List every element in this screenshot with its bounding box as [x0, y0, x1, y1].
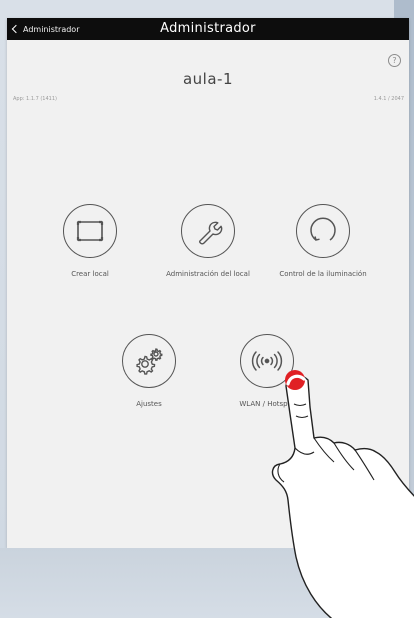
- system-info-text: 1.4.1 / 2047: [373, 96, 404, 102]
- tile-ajustes[interactable]: Ajustes: [89, 334, 209, 408]
- tile-administracion-local[interactable]: Administración del local: [148, 204, 268, 278]
- ajustes-button[interactable]: [122, 334, 176, 388]
- tile-label-crear-local: Crear local: [71, 270, 109, 278]
- crear-local-button[interactable]: [63, 204, 117, 258]
- help-icon[interactable]: ?: [388, 54, 401, 67]
- room-title: aula-1: [182, 70, 233, 88]
- control-iluminacion-button[interactable]: [296, 204, 350, 258]
- screen-icon: [76, 220, 104, 242]
- wrench-icon: [198, 221, 223, 245]
- administracion-local-button[interactable]: [181, 204, 235, 258]
- pointing-hand-icon: [271, 370, 414, 618]
- app-version-text: App: 1.1.7 (1411): [13, 96, 57, 102]
- gears-icon: [136, 348, 163, 375]
- page: Administrador Administrador ? aula-1 App…: [0, 0, 414, 618]
- tile-crear-local[interactable]: Crear local: [30, 204, 150, 278]
- tile-label-administracion-local: Administración del local: [166, 270, 250, 278]
- refresh-icon: [310, 217, 336, 241]
- navigation-bar: Administrador Administrador: [7, 18, 409, 40]
- tile-control-iluminacion[interactable]: Control de la iluminación: [263, 204, 383, 278]
- tile-label-ajustes: Ajustes: [136, 400, 162, 408]
- nav-title: Administrador: [160, 21, 256, 36]
- tile-label-control-iluminacion: Control de la iluminación: [279, 270, 367, 278]
